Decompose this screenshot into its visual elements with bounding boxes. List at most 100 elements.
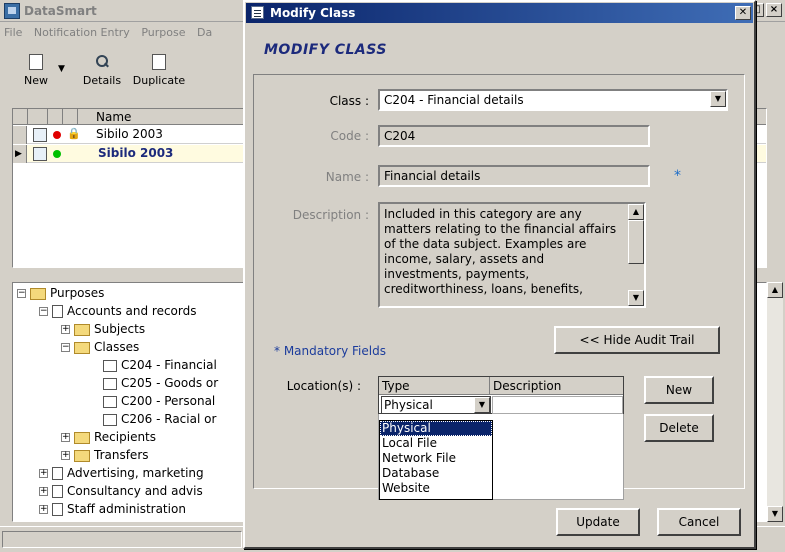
dropdown-option[interactable]: Network File — [380, 451, 492, 466]
modify-class-dialog: Modify Class ✕ MODIFY CLASS Class : C204… — [243, 0, 756, 549]
new-doc-icon — [29, 54, 43, 70]
dialog-close-button[interactable]: ✕ — [735, 6, 751, 20]
tree-node-class[interactable]: C206 - Racial or — [103, 411, 216, 428]
details-button[interactable]: Details — [76, 52, 128, 94]
tree-node-consultancy[interactable]: + Consultancy and advis — [39, 483, 203, 500]
tree-node-label: C204 - Financial — [121, 358, 217, 372]
tree-node-class[interactable]: C205 - Goods or — [103, 375, 218, 392]
tree-node-advertising[interactable]: + Advertising, marketing — [39, 465, 204, 482]
dialog-title-bar: Modify Class ✕ — [246, 3, 753, 23]
tree-node-label: Consultancy and advis — [67, 484, 203, 498]
new-location-button[interactable]: New — [644, 376, 714, 404]
row-name: Sibilo 2003 — [98, 146, 174, 160]
dialog-icon — [251, 6, 264, 19]
dropdown-option[interactable]: Physical — [380, 421, 492, 436]
toolbar: New ▼ Details Duplicate — [14, 52, 190, 94]
tree-node-recipients[interactable]: + Recipients — [61, 429, 156, 446]
dropdown-option[interactable]: Database — [380, 466, 492, 481]
details-icon[interactable] — [33, 128, 47, 142]
tree-node-label: Advertising, marketing — [67, 466, 204, 480]
tree-node-transfers[interactable]: + Transfers — [61, 447, 149, 464]
location-label: Location(s) : — [286, 379, 361, 393]
class-select[interactable]: C204 - Financial details ▼ — [378, 89, 728, 111]
delete-location-button[interactable]: Delete — [644, 414, 714, 442]
collapse-icon[interactable]: − — [39, 307, 48, 316]
magnifier-icon — [95, 54, 109, 70]
app-title: DataSmart — [24, 4, 97, 18]
scroll-down-icon[interactable]: ▼ — [628, 290, 644, 306]
scroll-down-icon[interactable]: ▼ — [767, 506, 783, 522]
code-field[interactable]: C204 — [378, 125, 650, 147]
details-icon[interactable] — [33, 147, 47, 161]
tree-node-label: Recipients — [94, 430, 157, 444]
mandatory-fields-note: * Mandatory Fields — [274, 344, 386, 358]
menu-notification-entry[interactable]: Notification Entry — [34, 26, 130, 39]
status-dot-icon — [53, 131, 61, 139]
collapse-icon[interactable]: − — [61, 343, 70, 352]
tree-node-staff[interactable]: + Staff administration — [39, 501, 186, 518]
tree-scrollbar[interactable]: ▲ ▼ — [767, 282, 783, 522]
tree-node-label: C206 - Racial or — [121, 412, 217, 426]
new-dropdown-button[interactable]: ▼ — [58, 52, 72, 74]
document-icon — [52, 485, 63, 498]
tree-node-classes[interactable]: − Classes — [61, 339, 139, 356]
chevron-down-icon[interactable]: ▼ — [710, 91, 726, 107]
tree-node-label: Classes — [94, 340, 140, 354]
folder-icon — [30, 287, 46, 300]
type-select[interactable]: Physical ▼ — [381, 396, 491, 414]
menu-data[interactable]: Da — [197, 26, 212, 39]
column-description[interactable]: Description — [490, 377, 623, 395]
description-field[interactable]: Included in this category are any matter… — [378, 202, 646, 308]
tree-node-label: Subjects — [94, 322, 146, 336]
column-type[interactable]: Type — [379, 377, 490, 395]
tree-node-label: Staff administration — [67, 502, 186, 516]
tree-node-class[interactable]: C200 - Personal — [103, 393, 215, 410]
expand-icon[interactable]: + — [61, 451, 70, 460]
name-field[interactable]: Financial details — [378, 165, 650, 187]
class-select-value: C204 - Financial details — [384, 93, 524, 107]
details-button-label: Details — [82, 74, 122, 87]
location-description-cell[interactable] — [492, 396, 623, 414]
tree-node-class[interactable]: C204 - Financial — [103, 357, 217, 374]
duplicate-button[interactable]: Duplicate — [128, 52, 190, 94]
tree-node-label: Purposes — [50, 286, 105, 300]
description-scrollbar[interactable]: ▲ ▼ — [628, 204, 644, 306]
tree-node-subjects[interactable]: + Subjects — [61, 321, 145, 338]
tree-node-purposes[interactable]: − Purposes — [17, 285, 104, 302]
folder-icon — [74, 431, 90, 444]
type-select-value: Physical — [384, 398, 433, 412]
scroll-thumb[interactable] — [628, 220, 644, 264]
scroll-up-icon[interactable]: ▲ — [767, 282, 783, 298]
folder-icon — [74, 449, 90, 462]
tree-node-label: C205 - Goods or — [121, 376, 219, 390]
hide-audit-trail-button[interactable]: << Hide Audit Trail — [554, 326, 720, 354]
expand-icon[interactable]: + — [39, 505, 48, 514]
duplicate-icon — [152, 54, 166, 70]
chevron-down-icon[interactable]: ▼ — [474, 397, 490, 413]
scroll-up-icon[interactable]: ▲ — [628, 204, 644, 220]
cancel-button[interactable]: Cancel — [657, 508, 741, 536]
code-label: Code : — [330, 129, 369, 143]
close-icon[interactable]: × — [766, 3, 782, 17]
name-label: Name : — [325, 170, 369, 184]
collapse-icon[interactable]: − — [17, 289, 26, 298]
update-button[interactable]: Update — [556, 508, 640, 536]
expand-icon[interactable]: + — [61, 433, 70, 442]
class-icon — [103, 395, 117, 408]
dropdown-option[interactable]: Local File — [380, 436, 492, 451]
new-button[interactable]: New — [14, 52, 58, 94]
expand-icon[interactable]: + — [61, 325, 70, 334]
expand-icon[interactable]: + — [39, 469, 48, 478]
document-icon — [52, 503, 63, 516]
dialog-heading: MODIFY CLASS — [264, 42, 387, 58]
status-dot-icon — [53, 150, 61, 158]
tree-node-accounts[interactable]: − Accounts and records — [39, 303, 197, 320]
menu-purpose[interactable]: Purpose — [141, 26, 185, 39]
dropdown-option[interactable]: Website — [380, 481, 492, 496]
mandatory-star: * — [674, 168, 681, 184]
description-text: Included in this category are any matter… — [384, 207, 617, 296]
class-icon — [103, 413, 117, 426]
tree-node-label: Accounts and records — [67, 304, 197, 318]
menu-file[interactable]: File — [4, 26, 22, 39]
expand-icon[interactable]: + — [39, 487, 48, 496]
